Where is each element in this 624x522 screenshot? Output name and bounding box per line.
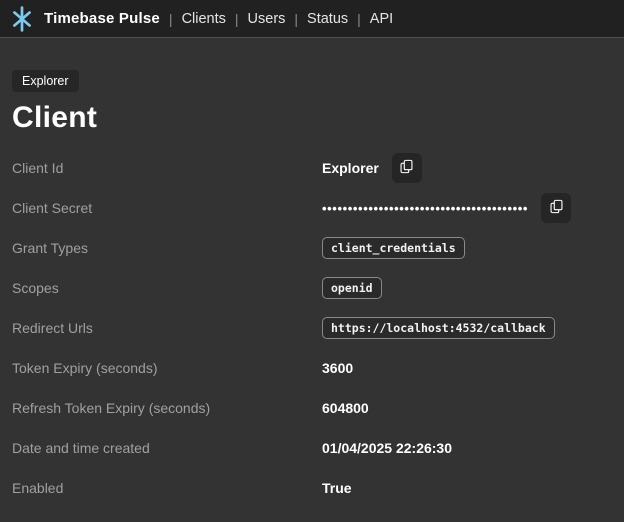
enabled-value: True [322, 480, 352, 496]
client-id-value: Explorer [322, 160, 379, 176]
row-label: Client Id [12, 160, 322, 176]
client-details-list: Client Id Explorer Client Secret •••••••… [12, 148, 612, 508]
row-label: Grant Types [12, 240, 322, 256]
main-content: Explorer Client Client Id Explorer Cl [0, 38, 624, 508]
redirect-urls-value: https://localhost:4532/callback [322, 317, 555, 339]
copy-icon [548, 198, 565, 218]
copy-client-id-button[interactable] [392, 153, 422, 183]
nav-separator: | [235, 11, 239, 27]
nav-separator: | [294, 11, 298, 27]
grant-types-value: client_credentials [322, 237, 465, 259]
nav-item-api[interactable]: API [370, 11, 393, 27]
scopes-value: openid [322, 277, 382, 299]
row-label: Client Secret [12, 200, 322, 216]
detail-row-client-secret: Client Secret ••••••••••••••••••••••••••… [12, 188, 612, 228]
top-nav: Timebase Pulse | Clients | Users | Statu… [0, 0, 624, 38]
copy-client-secret-button[interactable] [541, 193, 571, 223]
client-secret-masked-value: •••••••••••••••••••••••••••••••••••••••• [322, 201, 528, 216]
brand-title: Timebase Pulse [44, 10, 160, 27]
detail-row-grant-types: Grant Types client_credentials [12, 228, 612, 268]
detail-row-client-id: Client Id Explorer [12, 148, 612, 188]
refresh-token-expiry-value: 604800 [322, 400, 369, 416]
row-label: Enabled [12, 480, 322, 496]
nav-item-status[interactable]: Status [307, 11, 348, 27]
nav-separator: | [169, 11, 173, 27]
sparkle-star-icon [9, 6, 35, 32]
nav-item-clients[interactable]: Clients [182, 11, 226, 27]
page-title: Client [12, 101, 612, 135]
token-expiry-value: 3600 [322, 360, 353, 376]
row-label: Redirect Urls [12, 320, 322, 336]
detail-row-scopes: Scopes openid [12, 268, 612, 308]
row-label: Refresh Token Expiry (seconds) [12, 400, 322, 416]
detail-row-refresh-token-expiry: Refresh Token Expiry (seconds) 604800 [12, 388, 612, 428]
row-label: Token Expiry (seconds) [12, 360, 322, 376]
date-created-value: 01/04/2025 22:26:30 [322, 440, 452, 456]
copy-icon [398, 158, 415, 178]
detail-row-token-expiry: Token Expiry (seconds) 3600 [12, 348, 612, 388]
detail-row-date-created: Date and time created 01/04/2025 22:26:3… [12, 428, 612, 468]
row-label: Date and time created [12, 440, 322, 456]
row-label: Scopes [12, 280, 322, 296]
client-name-badge: Explorer [12, 70, 79, 92]
detail-row-enabled: Enabled True [12, 468, 612, 508]
nav-item-users[interactable]: Users [248, 11, 286, 27]
nav-separator: | [357, 11, 361, 27]
detail-row-redirect-urls: Redirect Urls https://localhost:4532/cal… [12, 308, 612, 348]
